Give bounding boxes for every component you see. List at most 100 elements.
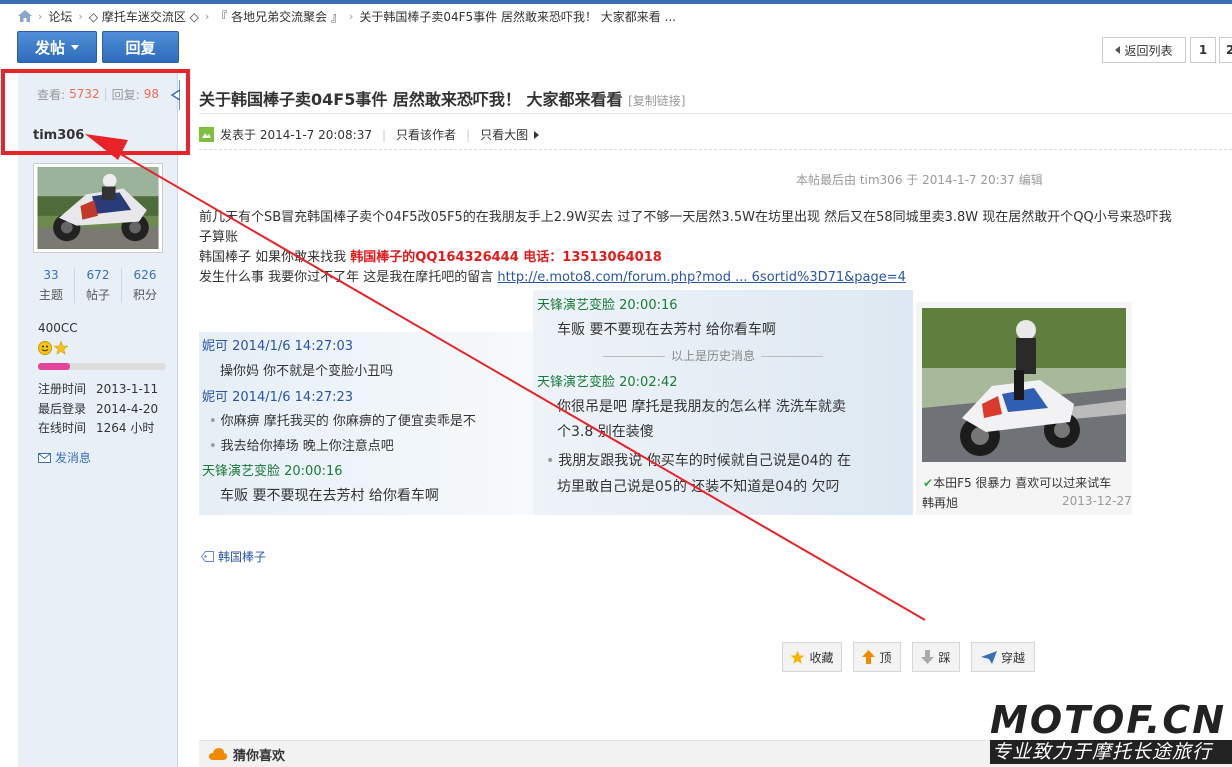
chat-screenshot-left: 妮可 2014/1/6 14:27:03 操你妈 你不就是个变脸小丑吗 妮可 2… xyxy=(199,332,533,515)
content-line-1: 前几天有个SB冒充韩国棒子卖个04F5改05F5的在我朋友手上2.9W买去 过了… xyxy=(199,210,1172,225)
thread-tag[interactable]: 韩国棒子 xyxy=(201,548,266,565)
chat-message: 车贩 要不要现在去芳村 给你看车啊 xyxy=(557,322,776,338)
back-to-list-label: 返回列表 xyxy=(1124,43,1173,58)
content-line-4: 发生什么事 我要你过不了年 这是我在摩托吧的留言 http://e.moto8.… xyxy=(199,270,906,285)
photo-date: 2013-12-27 xyxy=(1062,494,1132,508)
upvote-label: 顶 xyxy=(879,650,892,665)
chat-timestamp: 妮可 2014/1/6 14:27:23 xyxy=(202,390,354,405)
breadcrumb-forum[interactable]: 论坛 xyxy=(48,8,72,25)
upvote-button[interactable]: 顶 xyxy=(853,642,901,672)
stats-divider: | xyxy=(103,87,108,101)
big-image-link[interactable]: 只看大图 xyxy=(480,126,528,143)
chat-timestamp: 天锋演艺变脸 20:00:16 xyxy=(537,298,678,313)
watermark-brand: MOTOF.CN xyxy=(990,698,1227,742)
tag-icon xyxy=(201,551,214,562)
meta-divider-line xyxy=(199,149,1232,150)
cross-button[interactable]: 穿越 xyxy=(971,642,1035,672)
user-level: 400CC xyxy=(38,321,78,335)
new-post-label: 发帖 xyxy=(34,38,65,57)
thread-title-text: 关于韩国棒子卖04F5事件 居然敢来恐吓我！ 大家都来看看 xyxy=(199,90,623,109)
chat-timestamp: 天锋演艺变脸 20:00:16 xyxy=(202,464,343,479)
count-topics[interactable]: 33 主题 xyxy=(28,268,75,303)
avatar[interactable] xyxy=(33,163,163,253)
top-bar xyxy=(0,0,1232,4)
online-status-icon xyxy=(199,127,214,142)
new-post-button[interactable]: 发帖 xyxy=(17,31,97,63)
chevron-down-icon xyxy=(71,44,79,50)
title-divider xyxy=(199,113,1232,114)
highlight-contact: 韩国棒子的QQ164326444 电话：13513064018 xyxy=(350,250,662,265)
chat-message: 车贩 要不要现在去芳村 给你看车啊 xyxy=(220,488,439,504)
chat-message: 你很吊是吧 摩托是我朋友的怎么样 洗洗车就卖 xyxy=(557,399,846,415)
replies-label: 回复: xyxy=(111,87,140,102)
photo-author: 韩再旭 xyxy=(922,496,959,510)
author-counts: 33 主题 672 帖子 626 积分 xyxy=(28,268,168,303)
back-to-list-button[interactable]: 返回列表 xyxy=(1102,37,1186,63)
breadcrumb-thread[interactable]: 关于韩国棒子卖04F5事件 居然敢来恐吓我！ 大家都来看 ... xyxy=(359,8,676,25)
level-badges xyxy=(38,341,68,355)
post-meta: 发表于 2014-1-7 20:08:37 | 只看该作者 | 只看大图 xyxy=(199,126,540,143)
page-2-button[interactable]: 2 xyxy=(1219,37,1232,63)
content-line-3: 韩国棒子 如果你敢来找我 韩国棒子的QQ164326444 电话：1351306… xyxy=(199,250,662,265)
breadcrumb-board[interactable]: 『 各地兄弟交流聚会 』 xyxy=(215,8,343,25)
views-count: 5732 xyxy=(69,87,100,101)
chevron-left-icon xyxy=(1115,46,1121,54)
downvote-button[interactable]: 踩 xyxy=(912,642,960,672)
arrow-down-icon xyxy=(921,650,935,664)
cross-label: 穿越 xyxy=(1000,650,1025,665)
site-watermark: MOTOF.CN 专业致力于摩托长途旅行 xyxy=(990,700,1232,767)
chat-timestamp: 妮可 2014/1/6 14:27:03 xyxy=(202,339,354,354)
views-label: 查看: xyxy=(37,87,66,102)
replies-count: 98 xyxy=(143,87,159,101)
envelope-icon xyxy=(38,452,51,463)
check-icon: ✔ xyxy=(923,476,934,490)
level-progress-fill xyxy=(38,363,70,370)
level-progress-bar xyxy=(38,363,166,370)
chat-message: • 我朋友跟我说 你买车的时候就自己说是04的 在 xyxy=(546,453,851,469)
copy-link-button[interactable]: [复制链接] xyxy=(628,94,685,108)
photo-caption: ✔本田F5 很暴力 喜欢可以过来试车 xyxy=(923,476,1112,490)
arrow-up-icon xyxy=(862,650,876,664)
thread-stats: 查看: 5732 | 回复: 98 xyxy=(18,78,178,110)
forum-link[interactable]: http://e.moto8.com/forum.php?mod ... 6so… xyxy=(497,270,906,285)
meta-divider: | xyxy=(382,127,387,142)
chat-message: 个3.8 别在装傻 xyxy=(557,424,654,440)
page-1-button[interactable]: 1 xyxy=(1190,37,1216,63)
breadcrumb-area[interactable]: ◇ 摩托车迷交流区 ◇ xyxy=(89,8,199,25)
count-posts[interactable]: 672 帖子 xyxy=(75,268,122,303)
chevron-right-icon xyxy=(534,130,540,139)
favorite-button[interactable]: 收藏 xyxy=(782,642,842,672)
edited-note: 本帖最后由 tim306 于 2014-1-7 20:37 编辑 xyxy=(796,173,1043,187)
cloud-icon xyxy=(209,748,227,760)
reply-button[interactable]: 回复 xyxy=(102,31,179,63)
favorite-label: 收藏 xyxy=(809,650,834,665)
post-content: 前几天有个SB冒充韩国棒子卖个04F5改05F5的在我朋友手上2.9W买去 过了… xyxy=(199,208,1229,288)
history-divider: 以上是历史消息 xyxy=(603,347,824,364)
chat-message: • 你麻痹 摩托我买的 你麻痹的了便宜卖乖是不 xyxy=(209,414,476,429)
chat-screenshot-middle: 天锋演艺变脸 20:00:16 车贩 要不要现在去芳村 给你看车啊 以上是历史消… xyxy=(533,290,913,515)
rider-photo xyxy=(922,308,1126,462)
only-author-link[interactable]: 只看该作者 xyxy=(396,126,456,143)
count-points[interactable]: 626 积分 xyxy=(122,268,168,303)
send-message-link[interactable]: 发消息 xyxy=(38,449,91,466)
breadcrumb: › 论坛 › ◇ 摩托车迷交流区 ◇ › 『 各地兄弟交流聚会 』 › 关于韩国… xyxy=(18,6,676,26)
author-name[interactable]: tim306 xyxy=(33,128,84,143)
chat-message: 坊里敢自己说是05的 还装不知道是04的 欠叼 xyxy=(557,479,840,495)
chat-message: 操你妈 你不就是个变脸小丑吗 xyxy=(220,364,394,379)
content-line-2: 子算账 xyxy=(199,230,239,245)
tag-label: 韩国棒子 xyxy=(218,550,267,564)
watermark-slogan: 专业致力于摩托长途旅行 xyxy=(990,740,1232,764)
paper-plane-icon xyxy=(980,650,997,664)
register-time: 注册时间 2013-1-11 xyxy=(38,382,159,396)
meta-divider: | xyxy=(466,127,471,142)
breadcrumb-sep: › xyxy=(204,9,210,23)
chat-message: • 我去给你捧场 晚上你注意点吧 xyxy=(209,439,394,454)
downvote-label: 踩 xyxy=(938,650,951,665)
home-icon[interactable] xyxy=(18,10,32,22)
breadcrumb-sep: › xyxy=(78,9,83,23)
guess-you-like-label: 猜你喜欢 xyxy=(233,748,286,764)
thread-title: 关于韩国棒子卖04F5事件 居然敢来恐吓我！ 大家都来看看 [复制链接] xyxy=(199,86,685,110)
post-date: 发表于 2014-1-7 20:08:37 xyxy=(220,128,372,142)
last-login: 最后登录 2014-4-20 xyxy=(38,402,159,416)
star-icon xyxy=(54,341,68,355)
